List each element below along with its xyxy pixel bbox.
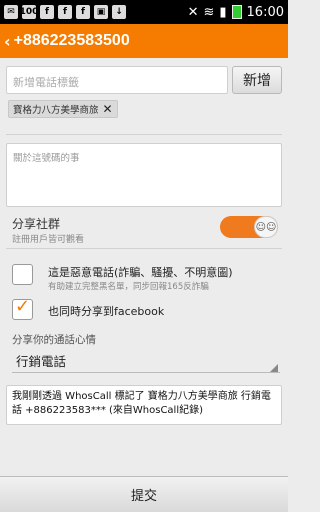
divider xyxy=(6,248,282,249)
facebook-icon: f xyxy=(58,5,72,19)
signal-icon: ▮ xyxy=(219,4,227,20)
facebook-icon: f xyxy=(76,5,90,19)
tag-input[interactable]: 新增電話標籤 xyxy=(6,66,228,94)
report-form: 新增電話標籤 新增 寶格力八方美學商旅 ✕ 關於這號碼的事 分享社群 註冊用戶皆… xyxy=(0,58,288,476)
spam-checkbox[interactable] xyxy=(12,264,33,285)
mood-select[interactable]: 行銷電話 xyxy=(12,351,280,373)
dropdown-arrow-icon[interactable] xyxy=(270,364,278,372)
clock: 16:00 xyxy=(246,4,284,20)
facebook-share-label: 也同時分享到facebook xyxy=(48,305,165,318)
remove-tag-icon[interactable]: ✕ xyxy=(103,102,113,116)
share-group-toggle[interactable]: ☺☺ xyxy=(220,216,278,238)
mood-label: 分享你的通話心情 xyxy=(12,334,96,346)
tag-label: 寶格力八方美學商旅 xyxy=(13,105,99,116)
tag-chip: 寶格力八方美學商旅 ✕ xyxy=(8,100,118,118)
mood-select-underline xyxy=(12,372,280,373)
page-title: +886223583500 xyxy=(13,32,130,49)
facebook-share-checkbox[interactable]: ✓ xyxy=(12,296,33,320)
share-group-title: 分享社群 xyxy=(12,217,61,231)
share-group-subtitle: 註冊用戶皆可觀看 xyxy=(12,235,85,245)
battery-icon xyxy=(231,5,242,19)
spam-sublabel: 有助建立完整黑名單，同步回報165反詐騙 xyxy=(48,282,209,292)
image-icon: ▣ xyxy=(94,5,108,19)
checkmark-icon: ✓ xyxy=(15,296,31,317)
note-textarea[interactable]: 關於這號碼的事 xyxy=(6,143,282,207)
wifi-icon: ≋ xyxy=(203,4,215,20)
sms-icon: ✉ xyxy=(4,5,18,19)
add-tag-button[interactable]: 新增 xyxy=(232,66,282,94)
submit-bar: 提交 xyxy=(0,476,288,512)
status-bar: ✉ 100 f f f ▣ ↓ ✕ ≋ ▮ 16:00 xyxy=(0,0,288,24)
share-message[interactable]: 我剛剛透過 WhosCall 標記了 寶格力八方美學商旅 行銷電話 +88622… xyxy=(6,385,282,425)
submit-button[interactable]: 提交 xyxy=(131,485,157,504)
app-100-icon: 100 xyxy=(19,5,39,19)
back-chevron-icon[interactable]: ‹ xyxy=(4,32,11,51)
facebook-icon: f xyxy=(40,5,54,19)
tag-input-row: 新增電話標籤 新增 xyxy=(6,66,282,94)
spam-label: 這是惡意電話(詐騙、騷擾、不明意圖) xyxy=(48,266,233,279)
download-icon: ↓ xyxy=(112,5,126,19)
header: ‹ +886223583500 xyxy=(0,24,288,58)
group-icon: ☺☺ xyxy=(254,216,278,238)
mute-icon: ✕ xyxy=(187,4,199,20)
divider xyxy=(6,134,282,135)
